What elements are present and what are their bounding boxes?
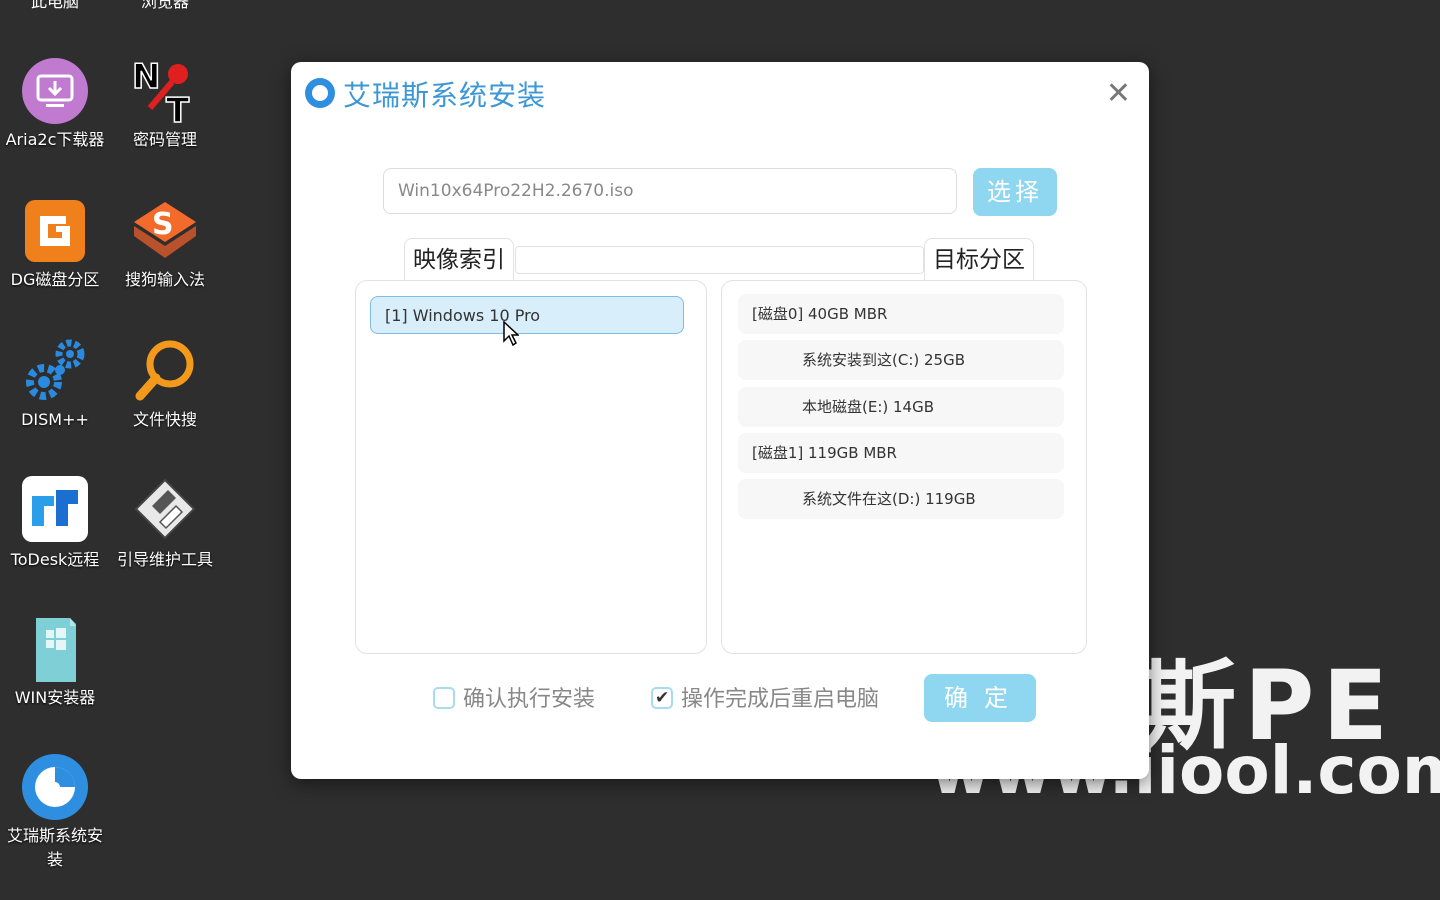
iso-path-input[interactable]	[383, 168, 957, 214]
tab-target-partition: 目标分区	[924, 238, 1034, 281]
svg-text:S: S	[152, 207, 174, 242]
desktop-icon-label: 搜狗输入法	[124, 270, 205, 289]
partition-list-panel: [磁盘0] 40GB MBR 系统安装到这(C:) 25GB 本地磁盘(E:) …	[721, 280, 1087, 654]
desktop-icon-label: 引导维护工具	[116, 550, 213, 569]
floppy-icon	[130, 476, 200, 546]
confirm-install-label: 确认执行安装	[463, 687, 596, 712]
svg-text:N: N	[132, 57, 160, 97]
magnifier-icon	[130, 336, 200, 406]
desktop-icon-label: 艾瑞斯系统安 装	[6, 826, 103, 869]
svg-text:T: T	[166, 91, 190, 126]
desktop-icon-win-installer[interactable]: WIN安装器	[0, 614, 110, 710]
partition-row-c[interactable]: 系统安装到这(C:) 25GB	[738, 340, 1064, 380]
app-logo-icon	[305, 78, 335, 108]
confirm-button[interactable]: 确定	[924, 674, 1036, 722]
partition-row-disk0[interactable]: [磁盘0] 40GB MBR	[738, 294, 1064, 334]
desktop-icon-label: DISM++	[21, 410, 89, 429]
dialog-title: 艾瑞斯系统安装	[343, 79, 547, 112]
desktop-icon-todesk[interactable]: ToDesk远程	[0, 476, 110, 572]
tab-divider	[515, 246, 924, 274]
desktop-icon-label: Aria2c下载器	[5, 130, 105, 149]
partition-row-e[interactable]: 本地磁盘(E:) 14GB	[738, 387, 1064, 427]
tab-image-index: 映像索引	[404, 238, 514, 281]
desktop-icon-password[interactable]: NT 密码管理	[110, 56, 220, 152]
win-installer-icon	[20, 614, 90, 684]
confirm-install-checkbox[interactable]: 确认执行安装	[433, 686, 595, 714]
desktop-icon-filesearch[interactable]: 文件快搜	[110, 336, 220, 432]
close-icon[interactable]: ✕	[1106, 76, 1131, 111]
mouse-cursor-icon	[503, 321, 519, 347]
desktop-icon-label: WIN安装器	[14, 688, 96, 707]
restart-after-label: 操作完成后重启电脑	[681, 687, 880, 712]
restart-after-checkbox[interactable]: 操作完成后重启电脑	[651, 684, 880, 714]
airuisi-icon	[20, 752, 90, 822]
image-list-item[interactable]: [1] Windows 10 Pro	[370, 296, 684, 334]
todesk-icon	[20, 476, 90, 546]
desktop-icon-label: DG磁盘分区	[10, 270, 100, 289]
desktop-icon-label: 密码管理	[132, 130, 197, 149]
desktop-icon-label: 文件快搜	[132, 410, 197, 429]
checkbox-unchecked-icon	[433, 687, 455, 709]
desktop-icon-dg[interactable]: DG磁盘分区	[0, 196, 110, 292]
download-icon	[20, 56, 90, 126]
key-icon: NT	[130, 56, 200, 132]
desktop-label-browser[interactable]: 浏览器	[110, 0, 220, 12]
sogou-icon: S	[130, 196, 200, 266]
desktop-icon-boot-tool[interactable]: 引导维护工具	[110, 476, 220, 572]
checkbox-checked-icon	[651, 684, 673, 712]
desktop-icon-airuisi-install[interactable]: 艾瑞斯系统安 装	[0, 752, 110, 872]
partition-row-d[interactable]: 系统文件在这(D:) 119GB	[738, 479, 1064, 519]
partition-row-disk1[interactable]: [磁盘1] 119GB MBR	[738, 433, 1064, 473]
desktop-icon-sogou[interactable]: S 搜狗输入法	[110, 196, 220, 292]
desktop-icon-label: ToDesk远程	[10, 550, 100, 569]
install-dialog: 艾瑞斯系统安装 ✕ 选择 映像索引 目标分区 [1] Windows 10 Pr…	[291, 62, 1149, 779]
desktop-icon-dism[interactable]: DISM++	[0, 336, 110, 432]
dg-disk-icon	[20, 196, 90, 266]
desktop-icon-aria2c[interactable]: Aria2c下载器	[0, 56, 110, 152]
select-button[interactable]: 选择	[973, 168, 1057, 216]
desktop-label-this-pc[interactable]: 此电脑	[0, 0, 110, 12]
image-list-panel: [1] Windows 10 Pro	[355, 280, 707, 654]
gears-icon	[20, 336, 90, 406]
